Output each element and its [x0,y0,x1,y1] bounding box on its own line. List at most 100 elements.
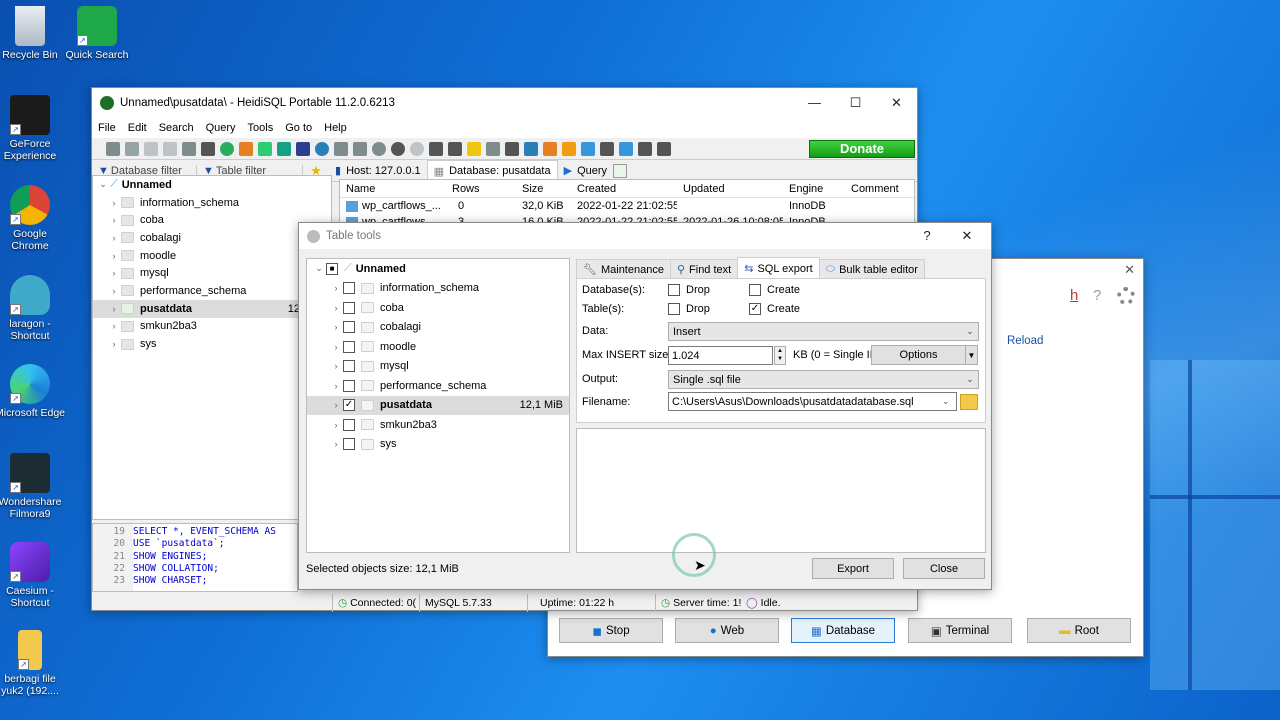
replace-icon[interactable] [524,141,538,156]
close-button[interactable]: ✕ [876,95,917,111]
laragon-close-button[interactable]: ✕ [1124,262,1135,278]
object-item-coba[interactable]: › coba [307,298,569,318]
object-item-pusatdata[interactable]: › ✓ pusatdata 12,1 MiB [307,395,569,415]
desktop-icon-recycle-bin[interactable]: Recycle Bin [0,6,66,61]
options-button[interactable]: Options [871,345,966,365]
object-checkbox-checked[interactable]: ✓ [343,399,355,412]
table-create-checkbox-checked[interactable]: ✓ [749,303,761,315]
max-insert-input[interactable]: 1.024 [668,346,773,365]
dialog-help-button[interactable]: ? [907,228,947,244]
disconnect-icon[interactable] [125,141,139,156]
help-icon[interactable] [315,141,329,156]
object-item-information-schema[interactable]: › information_schema [307,279,569,299]
object-checkbox[interactable] [343,321,355,334]
tab-find-text[interactable]: ⚲ Find text [669,259,739,279]
desktop-icon-quick-search[interactable]: ↗ Quick Search [61,6,133,61]
object-item-smkun2ba3[interactable]: › smkun2ba3 [307,415,569,435]
database-create-checkbox[interactable] [749,284,761,296]
menu-search[interactable]: Search [159,122,194,134]
refresh-icon[interactable] [220,141,234,156]
export-button[interactable]: Export [812,558,894,579]
table-drop-option[interactable]: Drop [668,303,710,315]
check-icon[interactable] [410,141,424,156]
object-item-performance-schema[interactable]: › performance_schema [307,376,569,396]
column-rows[interactable]: Rows [446,183,516,195]
desktop-icon-folder[interactable]: ↗ berbagi file yuk2 (192.... [0,630,66,697]
close-button[interactable]: Close [903,558,985,579]
laragon-h-link[interactable]: h [1070,287,1078,304]
object-checkbox[interactable] [343,360,355,373]
laragon-help-button[interactable]: ? [1093,287,1101,304]
column-created[interactable]: Created [571,183,677,195]
menu-tools[interactable]: Tools [248,122,274,134]
clear-icon[interactable] [543,141,557,156]
tree-item-moodle[interactable]: › moodle [93,247,331,265]
tree-item-smkun2ba3[interactable]: › smkun2ba3 [93,318,331,336]
wrap-icon[interactable] [600,141,614,156]
cancel-icon[interactable] [429,141,443,156]
donate-button[interactable]: Donate [809,139,915,158]
tree-root[interactable]: ⌄ ⟋ Unnamed [93,176,331,194]
new-query-tab-icon[interactable] [613,163,628,178]
tree-item-cobalagi[interactable]: › cobalagi [93,229,331,247]
menu-edit[interactable]: Edit [128,122,147,134]
laragon-web-button[interactable]: ● Web [675,618,779,643]
desktop-icon-geforce[interactable]: ↗ GeForce Experience [0,95,66,162]
max-insert-spinner[interactable]: ▲ ▼ [774,346,786,365]
tree-item-performance-schema[interactable]: › performance_schema [93,282,331,300]
maximize-button[interactable]: ☐ [835,95,876,111]
desktop-icon-filmora[interactable]: ↗ Wondershare Filmora9 [0,453,66,520]
save-icon[interactable] [486,141,500,156]
column-size[interactable]: Size [516,183,571,195]
menu-help[interactable]: Help [324,122,347,134]
output-select[interactable]: Single .sql file ⌄ [668,370,979,389]
tab-sql-export[interactable]: ⇆ SQL export [737,257,820,279]
object-checkbox[interactable] [343,301,355,314]
tree-item-sys[interactable]: › sys [93,335,331,353]
tree-item-pusatdata[interactable]: › pusatdata 12, [93,299,331,318]
menu-file[interactable]: File [98,122,116,134]
column-engine[interactable]: Engine [783,183,845,195]
laragon-root-button[interactable]: ▬ Root [1027,618,1131,643]
desktop-icon-chrome[interactable]: ↗ Google Chrome [0,185,66,252]
database-drop-checkbox[interactable] [668,284,680,296]
root-checkbox[interactable]: ■ [326,262,338,275]
open-folder-icon[interactable] [467,141,481,156]
tab-bulk-table-editor[interactable]: ⬭ Bulk table editor [818,259,925,279]
first-icon[interactable] [334,141,348,156]
desktop-icon-caesium[interactable]: ↗ Caesium - Shortcut [0,542,66,609]
table-drop-checkbox[interactable] [668,303,680,315]
object-item-moodle[interactable]: › moodle [307,337,569,357]
object-item-mysql[interactable]: › mysql [307,357,569,377]
print-icon[interactable] [201,141,215,156]
options-dropdown-icon[interactable]: ▼ [965,345,978,365]
last-icon[interactable] [353,141,367,156]
binary-icon[interactable] [581,141,595,156]
tab-maintenance[interactable]: 🔧︎ Maintenance [576,259,671,279]
table-create-option[interactable]: ✓ Create [749,303,800,315]
dialog-close-button[interactable]: ✕ [947,228,987,244]
table-row[interactable]: wp_cartflows_... 0 32,0 KiB 2022-01-22 2… [340,198,914,214]
object-checkbox[interactable] [343,379,355,392]
database-create-option[interactable]: Create [749,284,800,296]
browse-folder-icon[interactable] [960,394,978,410]
import-icon[interactable] [258,141,272,156]
stop-icon[interactable] [657,141,671,156]
filter-icon[interactable] [562,141,576,156]
connect-icon[interactable] [106,141,120,156]
desktop-icon-edge[interactable]: ↗ Microsoft Edge [0,364,66,419]
object-item-sys[interactable]: › sys [307,435,569,455]
column-updated[interactable]: Updated [677,183,783,195]
paste-icon[interactable] [163,141,177,156]
filename-input[interactable]: C:\Users\Asus\Downloads\pusatdatadatabas… [668,392,957,411]
undo-icon[interactable] [182,141,196,156]
laragon-stop-button[interactable]: ◼ Stop [559,618,663,643]
export-grid-icon[interactable] [277,141,291,156]
sync-icon[interactable] [296,141,310,156]
desktop-icon-laragon[interactable]: ↗ laragon - Shortcut [0,275,66,342]
run-icon[interactable] [448,141,462,156]
laragon-terminal-button[interactable]: ▣ Terminal [908,618,1012,643]
menu-goto[interactable]: Go to [285,122,312,134]
object-checkbox[interactable] [343,282,355,295]
column-comment[interactable]: Comment [845,183,913,195]
